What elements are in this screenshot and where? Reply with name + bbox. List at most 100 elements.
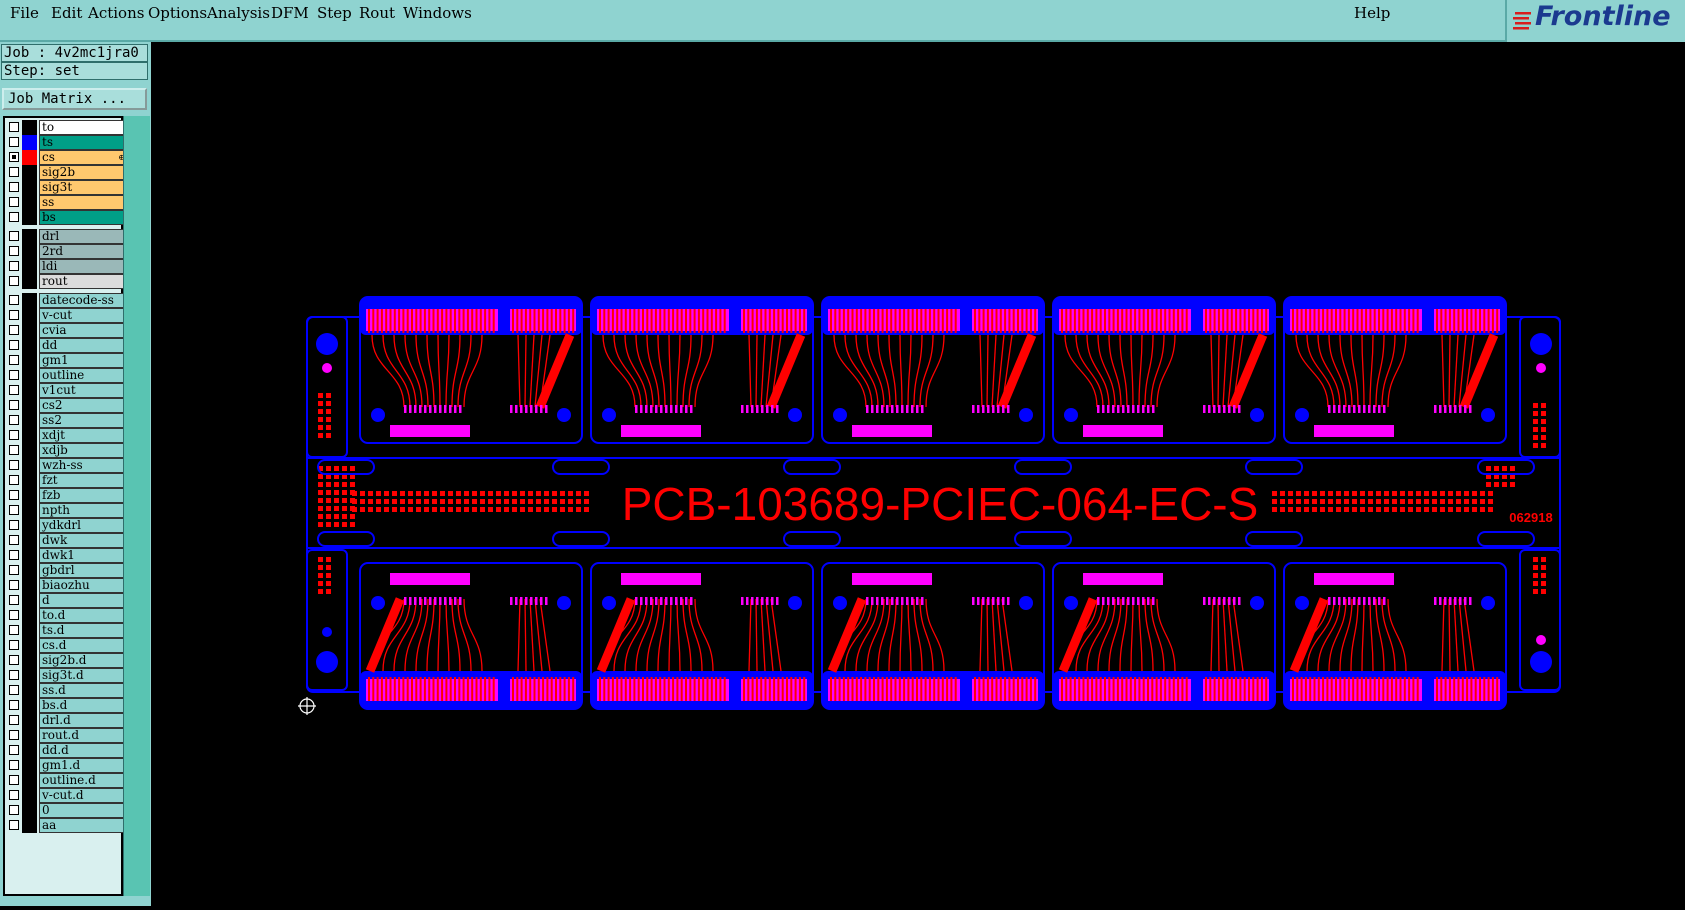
layer-row[interactable]: fzt (5, 473, 126, 488)
layer-name[interactable]: xdjt (39, 428, 126, 443)
layer-checkbox[interactable] (9, 490, 19, 500)
layer-row[interactable]: biaozhu (5, 578, 126, 593)
layer-name[interactable]: ts.d (39, 623, 126, 638)
layer-checkbox[interactable] (9, 475, 19, 485)
layer-row[interactable]: aa (5, 818, 126, 833)
layer-name[interactable]: rout (39, 274, 126, 289)
layer-color-swatch[interactable] (22, 443, 37, 458)
pcb-board-view[interactable]: PCB-103689-PCIEC-064-EC-S 062918 (151, 42, 1685, 906)
layer-checkbox[interactable] (9, 370, 19, 380)
layer-color-swatch[interactable] (22, 593, 37, 608)
layer-row[interactable]: gm1.d (5, 758, 126, 773)
layer-color-swatch[interactable] (22, 210, 37, 225)
layer-checkbox[interactable] (9, 415, 19, 425)
layer-color-swatch[interactable] (22, 323, 37, 338)
layer-checkbox[interactable] (9, 775, 19, 785)
layer-row[interactable]: gbdrl (5, 563, 126, 578)
layer-row[interactable]: ss2 (5, 413, 126, 428)
layer-color-swatch[interactable] (22, 653, 37, 668)
layer-color-swatch[interactable] (22, 353, 37, 368)
layer-row[interactable]: sig3t.d (5, 668, 126, 683)
layer-row[interactable]: cs ⊕ (5, 150, 126, 165)
layer-row[interactable]: npth (5, 503, 126, 518)
layer-row[interactable]: sig2b (5, 165, 126, 180)
layer-checkbox[interactable] (9, 685, 19, 695)
layer-checkbox[interactable] (9, 276, 19, 286)
layer-color-swatch[interactable] (22, 229, 37, 244)
layer-name[interactable]: biaozhu (39, 578, 126, 593)
layer-name[interactable]: drl.d (39, 713, 126, 728)
layer-name[interactable]: to (39, 120, 126, 135)
layer-color-swatch[interactable] (22, 803, 37, 818)
layer-row[interactable]: d (5, 593, 126, 608)
layer-color-swatch[interactable] (22, 244, 37, 259)
layer-name[interactable]: fzt (39, 473, 126, 488)
layer-row[interactable]: v1cut (5, 383, 126, 398)
layer-row[interactable]: drl (5, 229, 126, 244)
layer-row[interactable]: fzb (5, 488, 126, 503)
layer-list-scrollbar[interactable] (123, 116, 150, 896)
layer-name[interactable]: cvia (39, 323, 126, 338)
layer-row[interactable]: ts.d (5, 623, 126, 638)
layer-checkbox[interactable] (9, 246, 19, 256)
layer-color-swatch[interactable] (22, 180, 37, 195)
layer-checkbox[interactable] (9, 325, 19, 335)
menu-help[interactable]: Help (1354, 4, 1390, 22)
layer-color-swatch[interactable] (22, 548, 37, 563)
layer-name[interactable]: dwk (39, 533, 126, 548)
layer-color-swatch[interactable] (22, 818, 37, 833)
layer-name[interactable]: xdjb (39, 443, 126, 458)
layer-color-swatch[interactable] (22, 533, 37, 548)
layer-name[interactable]: cs ⊕ (39, 150, 126, 165)
layer-color-swatch[interactable] (22, 608, 37, 623)
layer-name[interactable]: ss (39, 195, 126, 210)
layer-color-swatch[interactable] (22, 488, 37, 503)
layer-name[interactable]: drl (39, 229, 126, 244)
menu-dfm[interactable]: DFM (271, 4, 309, 22)
layer-checkbox[interactable] (9, 460, 19, 470)
layer-checkbox[interactable] (9, 790, 19, 800)
layer-color-swatch[interactable] (22, 623, 37, 638)
layer-checkbox[interactable] (9, 580, 19, 590)
layer-color-swatch[interactable] (22, 758, 37, 773)
layer-checkbox[interactable] (9, 565, 19, 575)
layer-checkbox[interactable] (9, 167, 19, 177)
layer-checkbox[interactable] (9, 505, 19, 515)
layer-color-swatch[interactable] (22, 638, 37, 653)
layer-color-swatch[interactable] (22, 195, 37, 210)
layer-row[interactable]: to.d (5, 608, 126, 623)
menu-analysis[interactable]: Analysis (207, 4, 270, 22)
layer-checkbox[interactable] (9, 520, 19, 530)
menu-edit[interactable]: Edit (51, 4, 82, 22)
layer-color-swatch[interactable] (22, 165, 37, 180)
menu-file[interactable]: File (10, 4, 39, 22)
layer-checkbox[interactable] (9, 610, 19, 620)
layer-row[interactable]: v-cut (5, 308, 126, 323)
layer-row[interactable]: cs.d (5, 638, 126, 653)
layer-row[interactable]: dd (5, 338, 126, 353)
layer-color-swatch[interactable] (22, 503, 37, 518)
layer-row[interactable]: rout (5, 274, 126, 289)
layer-row[interactable]: drl.d (5, 713, 126, 728)
layer-name[interactable]: ts (39, 135, 126, 150)
menu-windows[interactable]: Windows (403, 4, 472, 22)
layer-row[interactable]: bs.d (5, 698, 126, 713)
layer-checkbox[interactable] (9, 640, 19, 650)
layer-color-swatch[interactable] (22, 668, 37, 683)
layer-checkbox[interactable] (9, 760, 19, 770)
layer-checkbox[interactable] (9, 550, 19, 560)
layer-color-swatch[interactable] (22, 743, 37, 758)
layer-row[interactable]: sig2b.d (5, 653, 126, 668)
layer-checkbox[interactable] (9, 670, 19, 680)
layer-row[interactable]: xdjb (5, 443, 126, 458)
layer-name[interactable]: npth (39, 503, 126, 518)
layer-name[interactable]: outline (39, 368, 126, 383)
layer-row[interactable]: dwk1 (5, 548, 126, 563)
layer-color-swatch[interactable] (22, 383, 37, 398)
job-matrix-button[interactable]: Job Matrix ... (2, 88, 147, 110)
layer-row[interactable]: to (5, 120, 126, 135)
layer-name[interactable]: outline.d (39, 773, 126, 788)
layer-name[interactable]: gm1 (39, 353, 126, 368)
layer-name[interactable]: sig3t (39, 180, 126, 195)
layer-name[interactable]: ss2 (39, 413, 126, 428)
